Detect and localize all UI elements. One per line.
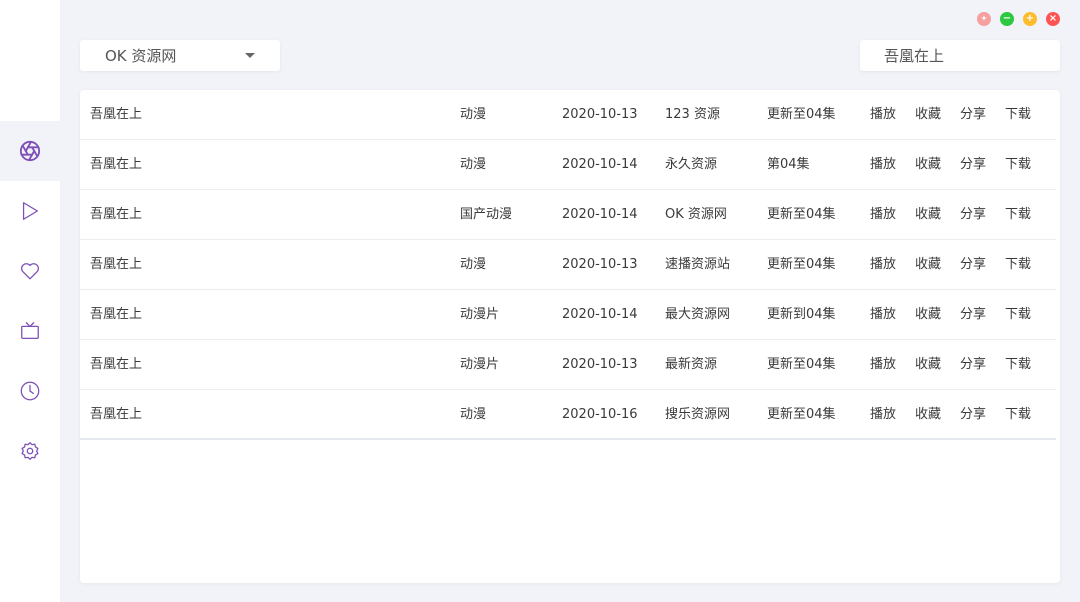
cell-date: 2020-10-14 [562,307,638,322]
share-button[interactable]: 分享 [960,107,986,123]
table-row[interactable]: 吾凰在上 动漫片 2020-10-13 最新资源 更新至04集 播放 收藏 分享… [80,340,1056,390]
search-input-value: 吾凰在上 [884,47,945,65]
table-row[interactable]: 吾凰在上 动漫片 2020-10-14 最大资源网 更新到04集 播放 收藏 分… [80,290,1056,340]
download-button[interactable]: 下载 [1005,407,1031,423]
cell-site: 永久资源 [665,157,718,172]
results-table: 吾凰在上 动漫 2020-10-13 123 资源 更新至04集 播放 收藏 分… [80,90,1060,583]
sidebar-item-settings[interactable] [0,421,60,481]
favorite-button[interactable]: 收藏 [915,107,941,123]
heart-icon [20,263,40,280]
aperture-icon [19,140,41,162]
sidebar-item-discover[interactable] [0,121,60,181]
download-button[interactable]: 下载 [1005,257,1031,273]
cell-name: 吾凰在上 [90,357,143,372]
cell-name: 吾凰在上 [90,207,143,222]
cell-site: 速播资源站 [665,257,731,272]
play-button[interactable]: 播放 [870,407,896,423]
play-button[interactable]: 播放 [870,157,896,173]
maximize-button[interactable]: + [1023,12,1037,26]
favorite-button[interactable]: 收藏 [915,157,941,173]
cell-name: 吾凰在上 [90,307,143,322]
download-button[interactable]: 下载 [1005,107,1031,123]
cell-type: 动漫 [460,257,487,272]
cell-type: 动漫 [460,157,487,172]
share-button[interactable]: 分享 [960,307,986,323]
share-button[interactable]: 分享 [960,357,986,373]
caret-down-icon [245,53,255,58]
maximize-icon: + [1025,13,1035,24]
cell-site: 123 资源 [665,107,720,122]
table-row[interactable]: 吾凰在上 动漫 2020-10-16 搜乐资源网 更新至04集 播放 收藏 分享… [80,390,1056,440]
close-icon: × [1048,13,1058,24]
sidebar-item-player[interactable] [0,181,60,241]
share-button[interactable]: 分享 [960,407,986,423]
window-controls: ✦ − + × [977,12,1060,26]
cell-date: 2020-10-14 [562,157,638,172]
favorite-button[interactable]: 收藏 [915,357,941,373]
cell-site: 最新资源 [665,357,718,372]
close-button[interactable]: × [1046,12,1060,26]
cell-type: 国产动漫 [460,207,513,222]
play-button[interactable]: 播放 [870,307,896,323]
cell-note: 更新至04集 [767,257,836,272]
cell-note: 更新至04集 [767,407,836,422]
search-input[interactable]: 吾凰在上 [860,40,1060,71]
cell-type: 动漫 [460,107,487,122]
download-button[interactable]: 下载 [1005,307,1031,323]
cell-name: 吾凰在上 [90,107,143,122]
cell-type: 动漫 [460,407,487,422]
cell-note: 更新到04集 [767,307,836,322]
cell-type: 动漫片 [460,357,500,372]
table-row[interactable]: 吾凰在上 动漫 2020-10-13 123 资源 更新至04集 播放 收藏 分… [80,90,1056,140]
favorite-button[interactable]: 收藏 [915,257,941,273]
cell-date: 2020-10-13 [562,357,638,372]
cell-note: 更新至04集 [767,357,836,372]
cell-site: 搜乐资源网 [665,407,731,422]
cell-site: OK 资源网 [665,207,727,222]
download-button[interactable]: 下载 [1005,207,1031,223]
sidebar-item-tv[interactable] [0,301,60,361]
cell-site: 最大资源网 [665,307,731,322]
site-select[interactable]: OK 资源网 [80,40,280,71]
cell-note: 第04集 [767,157,810,172]
table-row[interactable]: 吾凰在上 动漫 2020-10-13 速播资源站 更新至04集 播放 收藏 分享… [80,240,1056,290]
cell-date: 2020-10-13 [562,257,638,272]
minimize-button[interactable]: − [1000,12,1014,26]
cell-name: 吾凰在上 [90,157,143,172]
share-button[interactable]: 分享 [960,207,986,223]
cell-note: 更新至04集 [767,107,836,122]
cell-note: 更新至04集 [767,207,836,222]
favorite-button[interactable]: 收藏 [915,307,941,323]
cell-date: 2020-10-16 [562,407,638,422]
download-button[interactable]: 下载 [1005,157,1031,173]
pin-icon: ✦ [980,14,988,23]
favorite-button[interactable]: 收藏 [915,207,941,223]
favorite-button[interactable]: 收藏 [915,407,941,423]
cell-name: 吾凰在上 [90,407,143,422]
sidebar [0,0,60,602]
play-button[interactable]: 播放 [870,357,896,373]
cell-type: 动漫片 [460,307,500,322]
sidebar-item-favorites[interactable] [0,241,60,301]
table-row[interactable]: 吾凰在上 国产动漫 2020-10-14 OK 资源网 更新至04集 播放 收藏… [80,190,1056,240]
share-button[interactable]: 分享 [960,257,986,273]
pin-button[interactable]: ✦ [977,12,991,26]
clock-icon [20,381,40,401]
app-window: ✦ − + × OK 资源网 吾凰在上 吾凰在上 动漫 2020-10-13 1… [0,0,1080,602]
site-select-value: OK 资源网 [105,47,177,65]
share-button[interactable]: 分享 [960,157,986,173]
play-button[interactable]: 播放 [870,207,896,223]
cell-date: 2020-10-13 [562,107,638,122]
play-button[interactable]: 播放 [870,257,896,273]
download-button[interactable]: 下载 [1005,357,1031,373]
gear-icon [21,442,39,460]
tv-icon [21,322,39,339]
cell-name: 吾凰在上 [90,257,143,272]
sidebar-item-history[interactable] [0,361,60,421]
play-button[interactable]: 播放 [870,107,896,123]
table-row[interactable]: 吾凰在上 动漫 2020-10-14 永久资源 第04集 播放 收藏 分享 下载 [80,140,1056,190]
play-icon [22,202,38,220]
minimize-icon: − [1002,13,1012,24]
cell-date: 2020-10-14 [562,207,638,222]
